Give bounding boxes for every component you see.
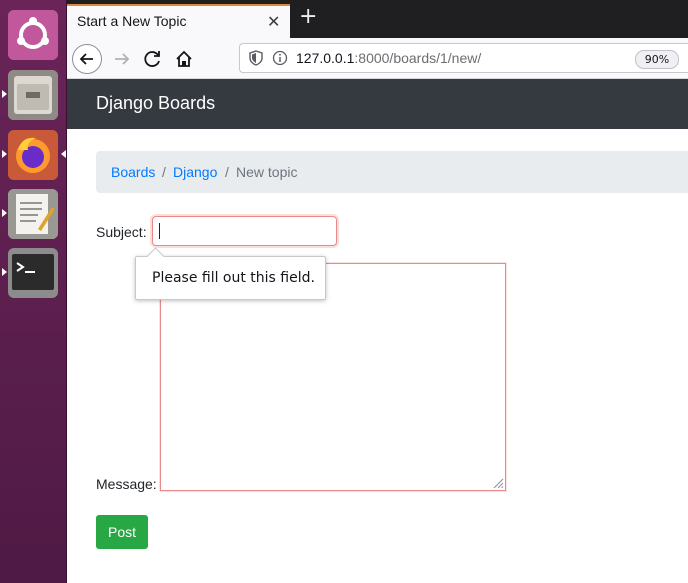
tab-start-new-topic[interactable]: Start a New Topic ✕ — [67, 4, 290, 38]
url-host: 127.0.0.1 — [296, 50, 355, 66]
shield-icon[interactable] — [248, 50, 264, 66]
new-tab-icon[interactable]: + — [299, 6, 317, 28]
running-indicator — [2, 268, 7, 276]
subject-label: Subject: — [96, 224, 147, 240]
ubuntu-launcher — [0, 0, 66, 583]
home-icon — [176, 50, 192, 67]
ubuntu-dash-icon[interactable] — [8, 10, 58, 60]
tooltip-arrow — [146, 247, 165, 266]
brand-link[interactable]: Django Boards — [96, 93, 215, 114]
terminal-icon[interactable] — [8, 248, 58, 298]
forward-button[interactable] — [107, 44, 137, 74]
tab-title: Start a New Topic — [77, 13, 187, 29]
url-text: 127.0.0.1:8000/boards/1/new/ — [296, 50, 481, 66]
text-caret — [159, 223, 160, 239]
zoom-level-badge[interactable]: 90% — [635, 50, 679, 69]
url-path: :8000/boards/1/new/ — [354, 50, 482, 66]
running-indicator — [2, 90, 7, 98]
running-indicator — [2, 150, 7, 158]
reload-icon — [144, 51, 160, 67]
breadcrumb-django-link[interactable]: Django — [173, 164, 217, 180]
browser-toolbar: 127.0.0.1:8000/boards/1/new/ 90% — [67, 38, 688, 79]
resize-handle-icon[interactable] — [492, 477, 504, 489]
post-button[interactable]: Post — [96, 515, 148, 549]
subject-input[interactable] — [152, 216, 337, 246]
browser-tab-bar: Start a New Topic ✕ + — [67, 0, 688, 38]
validation-message: Please fill out this field. — [152, 270, 315, 286]
home-button[interactable] — [169, 44, 199, 74]
running-indicator — [2, 209, 7, 217]
info-icon[interactable] — [272, 50, 288, 66]
close-tab-icon[interactable]: ✕ — [267, 12, 280, 31]
back-arrow-icon — [79, 53, 93, 65]
breadcrumb-current: New topic — [236, 164, 298, 180]
breadcrumb-boards-link[interactable]: Boards — [111, 164, 155, 180]
files-icon[interactable] — [8, 70, 58, 120]
validation-tooltip: Please fill out this field. — [135, 247, 326, 300]
reload-button[interactable] — [138, 44, 168, 74]
text-editor-icon[interactable] — [8, 189, 58, 239]
firefox-icon[interactable] — [8, 130, 58, 180]
forward-arrow-icon — [115, 53, 130, 65]
breadcrumb: Boards / Django / New topic — [96, 151, 688, 193]
breadcrumb-separator: / — [225, 164, 229, 180]
message-label: Message: — [96, 476, 157, 492]
back-button[interactable] — [72, 44, 102, 74]
address-bar[interactable]: 127.0.0.1:8000/boards/1/new/ 90% — [239, 43, 688, 73]
site-navbar: Django Boards — [67, 79, 688, 129]
breadcrumb-separator: / — [162, 164, 166, 180]
